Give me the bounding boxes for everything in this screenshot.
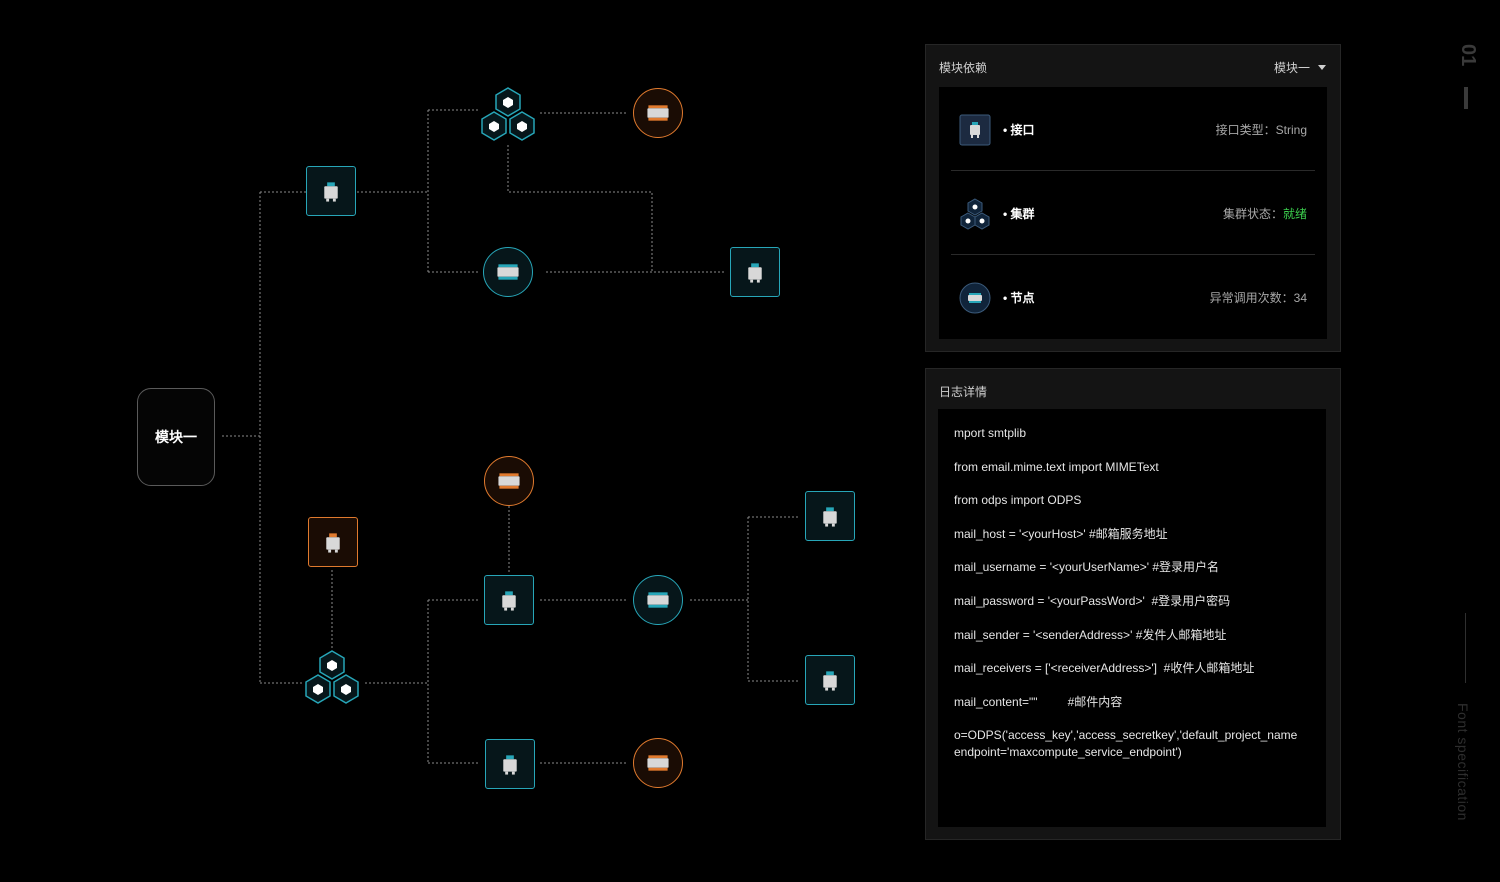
log-detail-panel: 日志详情 mport smtplib from email.mime.text … [925,368,1341,840]
monitor-icon [647,105,669,121]
meta-value: 34 [1293,291,1307,305]
dependency-meta: 集群状态：就绪 [1223,205,1307,222]
log-line: mail_content="" #邮件内容 [954,695,1123,709]
cluster-icon [305,650,359,704]
dependency-row-node[interactable]: • 节点 异常调用次数：34 [951,255,1315,339]
cluster-node[interactable] [302,648,362,708]
dependency-label: • 接口 [1003,123,1035,137]
interface-node[interactable] [805,491,855,541]
log-line: o=ODPS('access_key','access_secretkey','… [954,728,1298,759]
log-line: mail_receivers = ['<receiverAddress>'] #… [954,661,1255,675]
monitor-icon [647,592,669,608]
module-selector-dropdown[interactable]: 模块一 [1274,59,1326,76]
log-line: mail_host = '<yourHost>' #邮箱服务地址 [954,527,1168,541]
server-icon [823,671,837,691]
dependency-row-cluster[interactable]: • 集群 集群状态：就绪 [951,171,1315,255]
dependency-meta: 异常调用次数：34 [1210,289,1307,306]
root-module-node[interactable]: 模块一 [137,388,215,486]
module-dependency-panel: 模块依赖 模块一 • 接口 接口类型：String • 集群 集群状态：就绪 •… [925,44,1341,352]
log-line: mail_username = '<yourUserName>' #登录用户名 [954,560,1220,574]
interface-node[interactable] [306,166,356,216]
status-badge: 就绪 [1282,207,1307,221]
meta-value: String [1275,123,1307,137]
monitor-icon [498,473,520,489]
interface-node-orange[interactable] [308,517,358,567]
server-icon [326,533,340,553]
endpoint-node-orange[interactable] [484,456,534,506]
meta-label: 异常调用次数： [1209,291,1294,305]
node-instance[interactable] [633,575,683,625]
endpoint-node-orange[interactable] [633,88,683,138]
canvas: 模块一 模块依赖 模块一 • 接口 接口类型：String • 集群 集群状态：… [0,0,1500,882]
panel-title: 模块依赖 [939,61,988,75]
cluster-icon [481,87,535,141]
cluster-node[interactable] [478,85,538,145]
endpoint-node-orange[interactable] [633,738,683,788]
node-icon [959,282,991,314]
server-icon [324,182,338,202]
meta-label: 接口类型： [1215,123,1276,137]
page-number: 01 [1457,44,1479,67]
interface-node[interactable] [485,739,535,789]
server-icon [823,507,837,527]
log-line: from odps import ODPS [954,493,1082,507]
interface-icon [959,114,991,146]
divider [1465,613,1466,683]
interface-node[interactable] [805,655,855,705]
side-caption: Font specification [1455,703,1471,821]
log-line: mail_sender = '<senderAddress>' #发件人邮箱地址 [954,628,1227,642]
dependency-label: • 集群 [1003,207,1035,221]
dependency-list: • 接口 接口类型：String • 集群 集群状态：就绪 • 节点 异常调用次… [939,87,1327,339]
decor-bar [1464,87,1468,109]
server-icon [503,755,517,775]
dropdown-value: 模块一 [1273,61,1310,75]
dependency-row-interface[interactable]: • 接口 接口类型：String [951,87,1315,171]
log-line: mail_password = '<yourPassWord>' #登录用户密码 [954,594,1231,608]
root-module-label: 模块一 [155,429,197,445]
log-line: from email.mime.text import MIMEText [954,460,1159,474]
dependency-label: • 节点 [1003,291,1035,305]
log-line: mport smtplib [954,426,1027,440]
node-instance[interactable] [483,247,533,297]
log-content[interactable]: mport smtplib from email.mime.text impor… [938,409,1326,827]
server-icon [502,591,516,611]
server-icon [748,263,762,283]
monitor-icon [497,264,519,280]
monitor-icon [647,755,669,771]
meta-label: 集群状态： [1222,207,1283,221]
panel-title: 日志详情 [939,385,988,399]
interface-node[interactable] [484,575,534,625]
chevron-down-icon [1318,65,1326,70]
dependency-meta: 接口类型：String [1216,121,1307,138]
interface-node[interactable] [730,247,780,297]
cluster-icon [960,198,990,230]
